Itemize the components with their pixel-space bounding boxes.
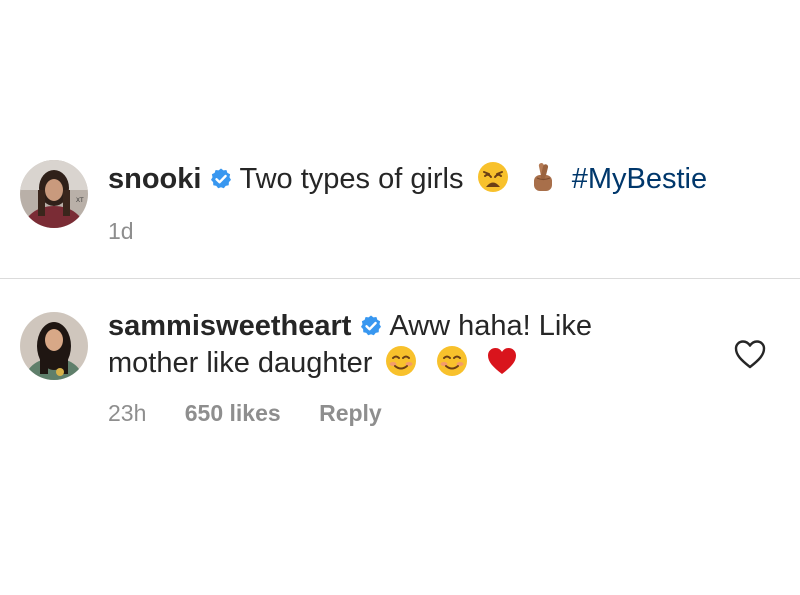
crossed-fingers-emoji <box>526 160 560 194</box>
reply-button[interactable]: Reply <box>319 400 382 426</box>
caption-text-line: snooki Two types of girls #MyBestie <box>108 160 707 197</box>
sammisweetheart-avatar[interactable] <box>20 312 88 380</box>
smiling-face-emoji <box>435 344 469 378</box>
snooki-avatar[interactable]: XT <box>20 160 88 228</box>
smiling-face-emoji <box>384 344 418 378</box>
weary-face-emoji <box>476 160 510 194</box>
comment-text-part2: mother like daughter <box>108 347 373 379</box>
comment-meta: 23h 650 likes Reply <box>108 400 414 427</box>
comment-username[interactable]: sammisweetheart <box>108 310 351 342</box>
comment-text-part1: Aww haha! Like <box>389 310 592 342</box>
comment-timestamp: 23h <box>108 400 147 426</box>
comment-text-line2: mother like daughter <box>108 344 523 381</box>
verified-badge-icon <box>359 314 383 338</box>
caption-username[interactable]: snooki <box>108 163 201 195</box>
svg-text:XT: XT <box>76 198 84 204</box>
red-heart-emoji <box>485 344 519 378</box>
caption-timestamp: 1d <box>108 218 134 244</box>
heart-outline-icon[interactable] <box>732 336 768 372</box>
likes-count[interactable]: 650 likes <box>185 400 281 426</box>
divider <box>0 278 800 279</box>
hashtag-link[interactable]: #MyBestie <box>572 163 707 195</box>
verified-badge-icon <box>209 167 233 191</box>
comment-text-line1: sammisweetheart Aww haha! Like <box>108 308 592 344</box>
caption-meta: 1d <box>108 218 134 245</box>
comment-item: sammisweetheart Aww haha! Like mother li… <box>0 300 800 440</box>
caption-text: Two types of girls <box>239 163 464 195</box>
post-caption: XT snooki Two types of girls #MyBestie 1… <box>0 148 800 258</box>
